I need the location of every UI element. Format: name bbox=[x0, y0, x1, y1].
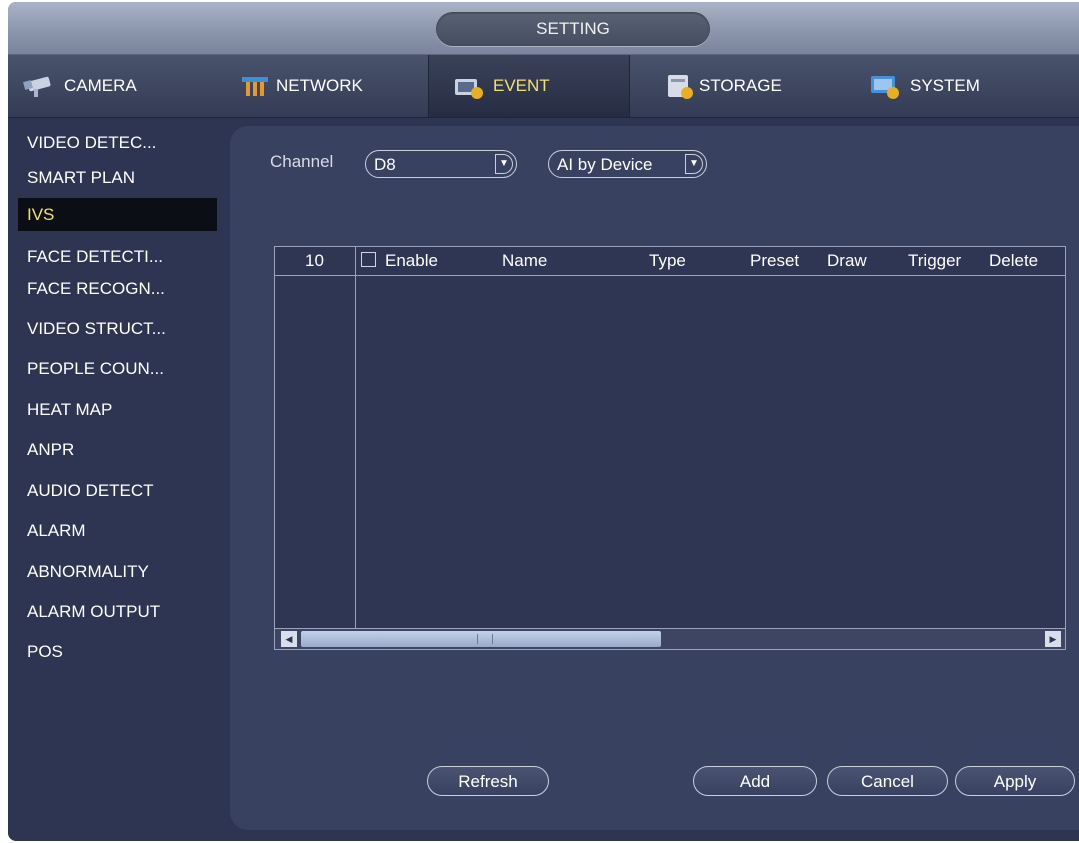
tab-system[interactable]: SYSTEM bbox=[868, 55, 1053, 117]
col-delete: Delete bbox=[989, 251, 1039, 270]
col-type: Type bbox=[649, 251, 686, 270]
tab-label: SYSTEM bbox=[910, 76, 980, 95]
mode-select[interactable]: AI by Device ▼ bbox=[548, 150, 707, 178]
tab-network[interactable]: NETWORK bbox=[238, 55, 418, 117]
window-title: SETTING bbox=[436, 12, 710, 46]
add-button[interactable]: Add bbox=[693, 766, 817, 796]
tab-label: NETWORK bbox=[276, 76, 363, 95]
sidebar-item-audio-detect[interactable]: AUDIO DETECT bbox=[18, 474, 217, 507]
sidebar-item-abnormality[interactable]: ABNORMALITY bbox=[18, 555, 217, 588]
rule-count: 10 bbox=[305, 251, 324, 270]
settings-window: SETTING CAMERA NETWORK EVENT STORAGE SYS… bbox=[8, 2, 1079, 841]
rule-table: 10 Enable Name Type Preset Draw Trigger … bbox=[274, 246, 1066, 650]
sidebar: VIDEO DETEC... SMART PLAN IVS FACE DETEC… bbox=[8, 118, 230, 841]
sidebar-item-alarm[interactable]: ALARM bbox=[18, 514, 217, 547]
ivs-panel: Channel D8 ▼ AI by Device ▼ 10 Enable Na… bbox=[230, 126, 1079, 830]
tab-label: EVENT bbox=[493, 76, 550, 95]
title-bar: SETTING bbox=[8, 2, 1079, 55]
sidebar-item-pos[interactable]: POS bbox=[18, 635, 217, 668]
chevron-down-icon: ▼ bbox=[495, 154, 513, 174]
channel-value: D8 bbox=[374, 155, 396, 174]
mode-value: AI by Device bbox=[557, 155, 653, 174]
cancel-button[interactable]: Cancel bbox=[827, 766, 948, 796]
network-icon bbox=[238, 71, 272, 101]
sidebar-item-anpr[interactable]: ANPR bbox=[18, 433, 217, 466]
col-preset: Preset bbox=[750, 251, 800, 270]
scrollbar-thumb[interactable] bbox=[301, 631, 661, 647]
enable-all-checkbox[interactable] bbox=[361, 252, 376, 267]
tab-storage[interactable]: STORAGE bbox=[663, 55, 848, 117]
sidebar-item-ivs[interactable]: IVS bbox=[18, 198, 217, 231]
col-trigger: Trigger bbox=[908, 251, 962, 270]
col-draw: Draw bbox=[827, 251, 867, 270]
main-tab-bar: CAMERA NETWORK EVENT STORAGE SYSTEM bbox=[8, 55, 1079, 118]
tab-label: STORAGE bbox=[699, 76, 782, 95]
storage-icon bbox=[663, 71, 697, 101]
sidebar-item-video-detect[interactable]: VIDEO DETEC... bbox=[18, 126, 217, 159]
apply-button[interactable]: Apply bbox=[955, 766, 1075, 796]
table-header: 10 Enable Name Type Preset Draw Trigger … bbox=[275, 247, 1065, 276]
refresh-button[interactable]: Refresh bbox=[427, 766, 549, 796]
channel-select[interactable]: D8 ▼ bbox=[365, 150, 517, 178]
sidebar-item-face-detection[interactable]: FACE DETECTI... bbox=[18, 240, 217, 273]
event-icon bbox=[451, 71, 485, 101]
chevron-down-icon: ▼ bbox=[685, 154, 703, 174]
sidebar-item-face-recognition[interactable]: FACE RECOGN... bbox=[18, 272, 217, 305]
system-icon bbox=[868, 71, 902, 101]
tab-camera[interactable]: CAMERA bbox=[22, 55, 212, 117]
tab-label: CAMERA bbox=[64, 76, 137, 95]
scroll-left-icon[interactable]: ◀ bbox=[281, 631, 297, 647]
grip-icon bbox=[477, 634, 493, 644]
tab-event[interactable]: EVENT bbox=[428, 55, 630, 117]
horizontal-scrollbar[interactable]: ◀ ▶ bbox=[275, 628, 1065, 649]
sidebar-item-smart-plan[interactable]: SMART PLAN bbox=[18, 161, 217, 194]
col-name: Name bbox=[502, 251, 548, 270]
row-number-column bbox=[275, 247, 356, 629]
sidebar-item-alarm-output[interactable]: ALARM OUTPUT bbox=[18, 595, 217, 628]
sidebar-item-video-structure[interactable]: VIDEO STRUCT... bbox=[18, 312, 217, 345]
channel-label: Channel bbox=[270, 152, 334, 171]
sidebar-item-heat-map[interactable]: HEAT MAP bbox=[18, 393, 217, 426]
sidebar-item-people-counting[interactable]: PEOPLE COUN... bbox=[18, 352, 217, 385]
camera-icon bbox=[22, 71, 56, 101]
col-enable: Enable bbox=[385, 251, 438, 270]
scroll-right-icon[interactable]: ▶ bbox=[1045, 631, 1061, 647]
